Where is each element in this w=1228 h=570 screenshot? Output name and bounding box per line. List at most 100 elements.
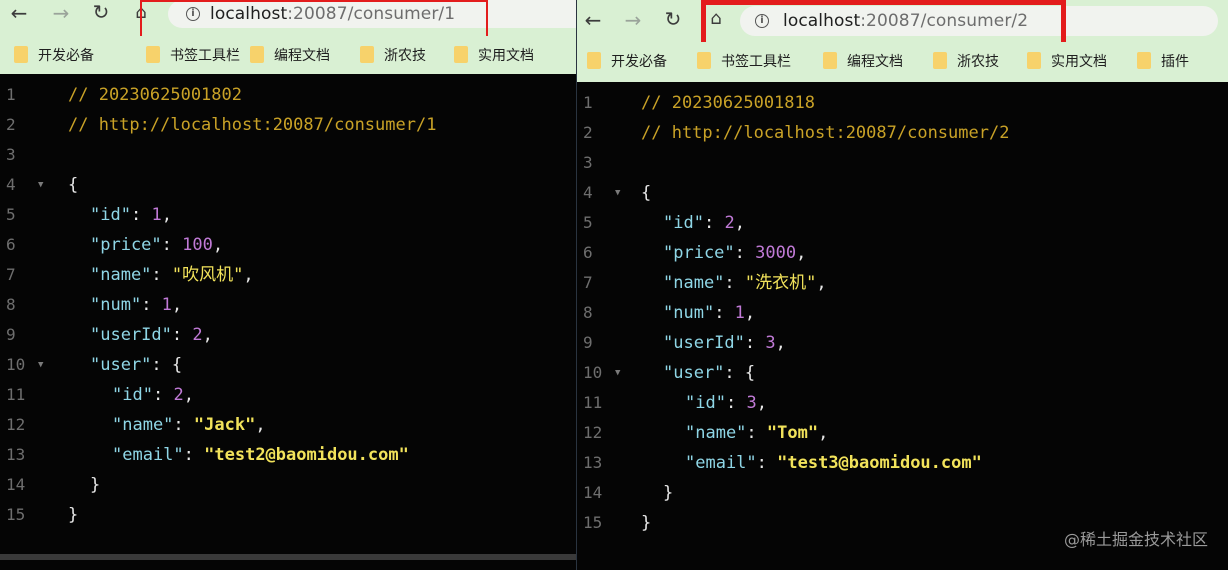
left-browser-window: ← → ↻ ⌂ i localhost:20087/consumer/1 开发必…	[0, 0, 576, 570]
code-token: "吹风机"	[171, 265, 244, 285]
code-token: "Tom"	[766, 423, 819, 443]
code-text: // http://localhost:20087/consumer/2	[641, 118, 1009, 148]
code-line: 4 ▼ {	[0, 170, 576, 200]
code-token: :	[746, 423, 767, 443]
code-token: 3	[765, 333, 776, 353]
code-line: 13 "email": "test2@baomidou.com"	[0, 440, 576, 470]
line-number: 2	[6, 115, 16, 134]
code-token: "name"	[663, 273, 725, 293]
line-number: 15	[6, 505, 26, 524]
line-number: 12	[583, 423, 603, 442]
bookmark-label: 浙农技	[384, 48, 426, 64]
back-arrow-icon[interactable]: ←	[8, 2, 30, 24]
code-text: "num": 1,	[90, 290, 182, 320]
folder-icon	[454, 46, 468, 63]
code-text: "userId": 3,	[663, 328, 786, 358]
fold-triangle-icon[interactable]: ▼	[615, 178, 620, 208]
code-line: 13 "email": "test3@baomidou.com"	[577, 448, 1228, 478]
code-token: ,	[796, 243, 807, 263]
folder-icon	[360, 46, 374, 63]
code-token: "name"	[112, 415, 174, 435]
code-token: }	[663, 483, 674, 503]
code-token: :	[703, 213, 725, 233]
code-token: ,	[734, 213, 745, 233]
code-token: :	[152, 385, 174, 405]
bookmark-item[interactable]: 浙农技	[360, 45, 426, 65]
left-toolbar: ← → ↻ ⌂ i localhost:20087/consumer/1	[0, 0, 576, 38]
line-number: 6	[6, 235, 16, 254]
bookmark-item[interactable]: 编程文档	[823, 51, 903, 71]
code-token: "洗衣机"	[744, 273, 817, 293]
code-token: 2	[192, 325, 203, 345]
reload-icon[interactable]: ↻	[90, 1, 112, 23]
bookmark-item[interactable]: 插件	[1137, 51, 1189, 71]
code-text: "id": 3,	[685, 388, 767, 418]
fold-triangle-icon[interactable]: ▼	[38, 350, 43, 380]
code-token: "userId"	[90, 325, 172, 345]
forward-arrow-icon[interactable]: →	[50, 2, 72, 24]
horizontal-scrollbar[interactable]	[0, 554, 576, 560]
bookmark-item[interactable]: 开发必备	[14, 45, 94, 65]
code-token: ,	[183, 385, 194, 405]
line-number: 13	[6, 445, 26, 464]
line-number: 9	[6, 325, 16, 344]
code-line: 8 "num": 1,	[577, 298, 1228, 328]
bookmark-label: 书签工具栏	[721, 54, 791, 70]
code-token: "id"	[112, 385, 153, 405]
code-token: "id"	[663, 213, 704, 233]
code-token: :	[141, 295, 162, 315]
code-text: "user": {	[90, 350, 182, 380]
line-number: 8	[583, 303, 593, 322]
reload-icon[interactable]: ↻	[662, 8, 684, 30]
code-token: ,	[202, 325, 213, 345]
code-token: :	[756, 453, 778, 473]
code-text: }	[90, 470, 100, 500]
code-token: }	[68, 505, 79, 525]
bookmark-item[interactable]: 浙农技	[933, 51, 999, 71]
code-token: : {	[151, 355, 183, 375]
code-token: 3000	[755, 243, 797, 263]
bookmark-item[interactable]: 书签工具栏	[146, 45, 240, 65]
bookmark-label: 书签工具栏	[170, 48, 240, 64]
code-line: 1 // 20230625001818	[577, 88, 1228, 118]
folder-icon	[587, 52, 601, 69]
code-text: "price": 3000,	[663, 238, 806, 268]
code-token: ,	[744, 303, 756, 323]
folder-icon	[933, 52, 947, 69]
bookmark-label: 浙农技	[957, 54, 999, 70]
code-token: 1	[734, 303, 745, 323]
code-token: "id"	[685, 393, 726, 413]
code-token: 2	[173, 385, 184, 405]
bookmark-item[interactable]: 开发必备	[587, 51, 667, 71]
code-token: ,	[775, 333, 786, 353]
folder-icon	[1027, 52, 1041, 69]
fold-triangle-icon[interactable]: ▼	[615, 358, 620, 388]
code-text: "name": "洗衣机",	[663, 268, 827, 298]
bookmark-label: 编程文档	[847, 54, 903, 70]
bookmark-label: 开发必备	[38, 48, 94, 64]
line-number: 11	[583, 393, 603, 412]
bookmark-label: 实用文档	[1051, 54, 1107, 70]
bookmark-item[interactable]: 实用文档	[1027, 51, 1107, 71]
fold-triangle-icon[interactable]: ▼	[38, 170, 43, 200]
bookmark-item[interactable]: 书签工具栏	[697, 51, 791, 71]
line-number: 3	[6, 145, 16, 164]
bookmark-item[interactable]: 实用文档	[454, 45, 534, 65]
code-text: "num": 1,	[663, 298, 755, 328]
code-text: }	[68, 500, 78, 530]
code-token: {	[68, 175, 79, 195]
line-number: 2	[583, 123, 593, 142]
line-number: 5	[6, 205, 16, 224]
forward-arrow-icon[interactable]: →	[622, 9, 644, 31]
code-text: }	[641, 508, 651, 538]
code-line: 3	[577, 148, 1228, 178]
code-token: :	[130, 205, 152, 225]
code-line: 11 "id": 2,	[0, 380, 576, 410]
code-line: 14}	[577, 478, 1228, 508]
code-line: 15}	[0, 500, 576, 530]
bookmark-item[interactable]: 编程文档	[250, 45, 330, 65]
folder-icon	[697, 52, 711, 69]
right-browser-window: ← → ↻ ⌂ i localhost:20087/consumer/2 开发必…	[577, 0, 1228, 570]
back-arrow-icon[interactable]: ←	[582, 9, 604, 31]
code-token: ,	[161, 205, 172, 225]
